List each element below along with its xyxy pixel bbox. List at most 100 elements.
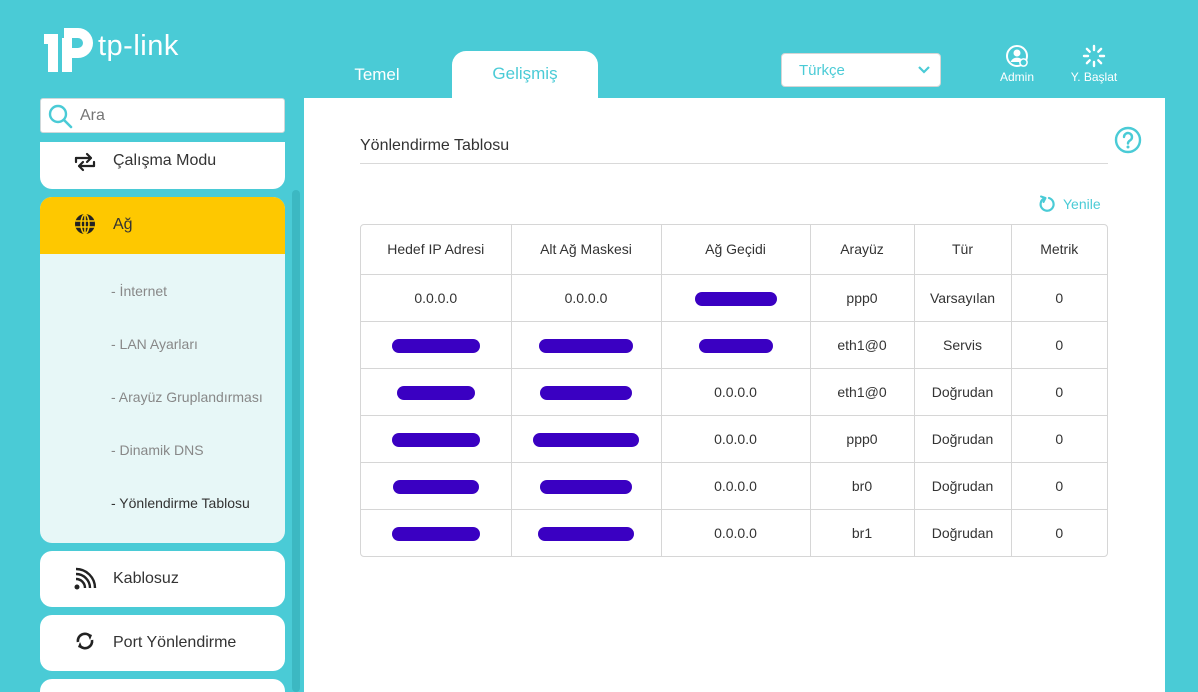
- sync-icon: [76, 632, 94, 650]
- table-cell: br0: [810, 462, 915, 510]
- sidebar-sub-interface-grouping[interactable]: - Arayüz Gruplandırması: [111, 389, 263, 405]
- sidebar-item-label: Çalışma Modu: [113, 152, 217, 169]
- table-cell: 0: [1011, 368, 1107, 416]
- table-cell: 0: [1011, 462, 1107, 510]
- table-cell: [361, 509, 512, 556]
- tab-advanced[interactable]: Gelişmiş: [452, 51, 598, 99]
- table-row: 0.0.0.0 0.0.0.0 ppp0 Varsayılan 0: [361, 274, 1107, 322]
- table-cell: 0: [1011, 321, 1107, 369]
- sidebar-item-label: Kablosuz: [113, 570, 179, 587]
- redaction-mark: [540, 385, 632, 400]
- table-cell: Doğrudan: [914, 462, 1012, 510]
- column-header: Tür: [914, 225, 1012, 275]
- swap-icon: [74, 152, 96, 172]
- tab-basic[interactable]: Temel: [330, 52, 424, 98]
- column-header: Metrik: [1011, 225, 1107, 275]
- redaction-mark: [391, 432, 480, 447]
- table-cell: ppp0: [810, 415, 915, 463]
- table-row: eth1@0 Servis 0: [361, 321, 1107, 369]
- sidebar-item-network[interactable]: Ağ: [40, 197, 285, 254]
- sidebar-sub-lan[interactable]: - LAN Ayarları: [111, 336, 198, 352]
- refresh-label: Yenile: [1063, 196, 1101, 212]
- table-cell: [511, 462, 662, 510]
- page-title: Yönlendirme Tablosu: [360, 137, 510, 154]
- admin-button[interactable]: Admin: [995, 44, 1039, 84]
- sidebar-item-operation-mode[interactable]: Çalışma Modu: [40, 142, 285, 189]
- help-icon[interactable]: [1114, 126, 1142, 154]
- search-icon: [48, 104, 73, 128]
- table-cell: [361, 415, 512, 463]
- table-cell: br1: [810, 509, 915, 556]
- tp-link-logo: tp-link: [40, 22, 179, 78]
- wifi-icon: [74, 567, 97, 590]
- column-header: Alt Ağ Maskesi: [511, 225, 662, 275]
- redaction-mark: [538, 526, 634, 541]
- table-cell: ppp0: [810, 274, 915, 322]
- sidebar-item-port-forwarding[interactable]: Port Yönlendirme: [40, 615, 285, 671]
- table-cell: 0.0.0.0: [511, 274, 662, 322]
- search-box: [40, 98, 285, 133]
- table-cell: [511, 415, 662, 463]
- refresh-icon: [1039, 195, 1055, 212]
- tp-link-logo-mark: [44, 28, 93, 72]
- redaction-mark: [391, 526, 480, 541]
- table-cell: Doğrudan: [914, 415, 1012, 463]
- redaction-mark: [391, 338, 480, 353]
- table-cell: [361, 462, 512, 510]
- table-cell: [361, 321, 512, 369]
- table-cell: 0: [1011, 274, 1107, 322]
- table-row: 0.0.0.0 br1 Doğrudan 0: [361, 509, 1107, 556]
- search-input[interactable]: [80, 106, 270, 125]
- sidebar-item-next[interactable]: [40, 679, 285, 692]
- language-selected: Türkçe: [799, 61, 845, 79]
- table-cell: 0.0.0.0: [361, 274, 512, 322]
- sidebar-item-label: Ağ: [113, 216, 133, 233]
- redaction-mark: [392, 479, 479, 494]
- routing-table: Hedef IP Adresi Alt Ağ Maskesi Ağ Geçidi…: [360, 224, 1108, 557]
- redaction-mark: [694, 291, 777, 306]
- column-header: Hedef IP Adresi: [361, 225, 512, 275]
- table-cell: Servis: [914, 321, 1012, 369]
- refresh-button[interactable]: Yenile: [1038, 195, 1101, 213]
- sidebar-sub-internet[interactable]: - İnternet: [111, 283, 167, 299]
- table-cell: Doğrudan: [914, 368, 1012, 416]
- table-cell: eth1@0: [810, 368, 915, 416]
- sidebar-scrollbar[interactable]: [292, 190, 300, 692]
- table-cell: [361, 368, 512, 416]
- column-header: Arayüz: [810, 225, 915, 275]
- sidebar-sub-routing-table[interactable]: - Yönlendirme Tablosu: [111, 495, 250, 511]
- table-cell: 0.0.0.0: [661, 415, 811, 463]
- table-cell: 0: [1055, 524, 1064, 541]
- logo-text: tp-link: [98, 29, 179, 62]
- table-cell: [511, 509, 662, 556]
- spinner-icon: [1082, 44, 1106, 68]
- quick-setup-button[interactable]: Y. Başlat: [1066, 44, 1122, 84]
- table-cell: Doğrudan: [914, 509, 1012, 556]
- table-cell: [511, 368, 662, 416]
- sidebar-sub-ddns[interactable]: - Dinamik DNS: [111, 442, 204, 458]
- redaction-mark: [698, 338, 773, 353]
- table-cell: 0.0.0.0: [661, 462, 811, 510]
- table-cell: [661, 321, 811, 369]
- language-select[interactable]: Türkçe: [781, 53, 941, 87]
- quick-setup-label: Y. Başlat: [1070, 70, 1118, 84]
- column-header: Ağ Geçidi: [661, 225, 811, 275]
- table-row: 0.0.0.0 eth1@0 Doğrudan 0: [361, 368, 1107, 416]
- table-cell: 0.0.0.0: [661, 368, 811, 416]
- redaction-mark: [539, 338, 633, 353]
- redaction-mark: [396, 385, 475, 400]
- sidebar-item-wireless[interactable]: Kablosuz: [40, 551, 285, 607]
- redaction-mark: [540, 479, 632, 494]
- table-cell: eth1@0: [810, 321, 915, 369]
- admin-label: Admin: [999, 70, 1034, 84]
- globe-icon: [75, 213, 95, 235]
- table-cell: [661, 274, 811, 322]
- sidebar-item-label: Port Yönlendirme: [113, 634, 237, 651]
- chevron-down-icon: [918, 66, 930, 74]
- table-cell: Varsayılan: [914, 274, 1012, 322]
- table-cell: [511, 321, 662, 369]
- table-row: 0.0.0.0 ppp0 Doğrudan 0: [361, 415, 1107, 463]
- table-cell: 0.0.0.0: [661, 509, 811, 556]
- title-divider: [360, 163, 1108, 164]
- table-header-row: Hedef IP Adresi Alt Ağ Maskesi Ağ Geçidi…: [361, 225, 1107, 275]
